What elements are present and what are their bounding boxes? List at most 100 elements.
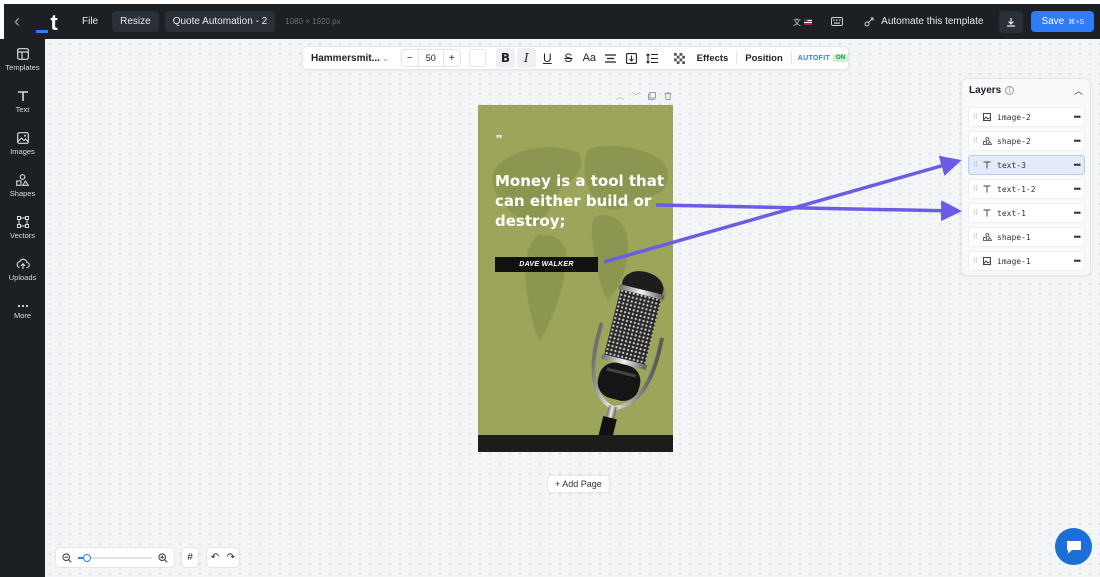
layer-more-icon[interactable]: ••• bbox=[1074, 232, 1082, 242]
effects-button[interactable]: Effects bbox=[689, 53, 737, 64]
save-button[interactable]: Save ⌘+S bbox=[1031, 11, 1094, 32]
quote-mark-glyph[interactable]: ❞ bbox=[495, 133, 503, 149]
move-page-up-icon[interactable]: ︿ bbox=[612, 91, 628, 102]
more-icon bbox=[17, 304, 28, 308]
save-shortcut: ⌘+S bbox=[1068, 18, 1084, 26]
layer-more-icon[interactable]: ••• bbox=[1074, 208, 1082, 218]
move-page-down-icon[interactable]: ﹀ bbox=[628, 91, 644, 102]
sidebar-label: Shapes bbox=[9, 189, 36, 198]
layer-item-image-2[interactable]: ⠿ image-2 ••• bbox=[968, 107, 1085, 127]
opacity-checker-icon[interactable] bbox=[670, 48, 689, 68]
download-icon bbox=[1007, 17, 1016, 27]
drag-handle-icon[interactable]: ⠿ bbox=[973, 137, 981, 145]
layer-more-icon[interactable]: ••• bbox=[1074, 184, 1082, 194]
sidebar-item-templates[interactable]: Templates bbox=[0, 39, 45, 81]
image-layer-icon bbox=[981, 257, 993, 265]
layer-name: text-3 bbox=[997, 160, 1026, 170]
resize-button[interactable]: Resize bbox=[112, 11, 159, 32]
quote-text[interactable]: Money is a tool that can either build or… bbox=[495, 171, 665, 231]
microphone-image[interactable] bbox=[578, 260, 673, 452]
delete-page-icon[interactable] bbox=[660, 91, 676, 102]
svg-text:文: 文 bbox=[793, 17, 801, 27]
layer-item-shape-1[interactable]: ⠿ shape-1 ••• bbox=[968, 227, 1085, 247]
vectors-icon bbox=[16, 216, 29, 228]
increase-size-button[interactable]: + bbox=[444, 53, 460, 64]
uploads-icon bbox=[16, 258, 30, 269]
history-controls: ↶ ↷ bbox=[206, 547, 240, 568]
download-button[interactable] bbox=[999, 10, 1024, 33]
sidebar-item-shapes[interactable]: Shapes bbox=[0, 165, 45, 207]
line-height-icon[interactable] bbox=[643, 48, 662, 68]
sidebar-item-more[interactable]: More bbox=[0, 291, 45, 333]
canvas-dimensions: 1080 × 1920 px bbox=[285, 17, 341, 26]
bottom-strip-shape[interactable] bbox=[478, 435, 673, 452]
layer-item-shape-2[interactable]: ⠿ shape-2 ••• bbox=[968, 131, 1085, 151]
app-logo[interactable]: t bbox=[30, 4, 64, 39]
vertical-align-icon[interactable] bbox=[622, 48, 641, 68]
letter-case-icon[interactable]: Aa bbox=[580, 48, 599, 68]
font-family-select[interactable]: Hammersmit... ⌄ bbox=[303, 53, 397, 64]
text-layer-icon bbox=[981, 209, 993, 217]
autofit-toggle[interactable]: ON bbox=[833, 54, 849, 62]
back-chevron-icon[interactable]: ‹ bbox=[4, 4, 30, 39]
shapes-icon bbox=[16, 174, 29, 186]
sidebar-item-text[interactable]: Text bbox=[0, 81, 45, 123]
document-title[interactable]: Quote Automation - 2 bbox=[164, 11, 276, 32]
file-menu-button[interactable]: File bbox=[74, 11, 106, 32]
layer-name: text-1 bbox=[997, 208, 1026, 218]
decrease-size-button[interactable]: − bbox=[402, 53, 418, 64]
layer-more-icon[interactable]: ••• bbox=[1074, 112, 1082, 122]
text-align-icon[interactable] bbox=[601, 48, 620, 68]
sidebar-label: Vectors bbox=[9, 231, 35, 240]
layer-item-text-1-2[interactable]: ⠿ text-1-2 ••• bbox=[968, 179, 1085, 199]
strikethrough-icon[interactable]: S bbox=[559, 48, 578, 68]
zoom-out-icon[interactable] bbox=[62, 552, 72, 563]
layer-more-icon[interactable]: ••• bbox=[1074, 136, 1082, 146]
italic-icon[interactable]: I bbox=[516, 48, 536, 68]
layer-item-text-1[interactable]: ⠿ text-1 ••• bbox=[968, 203, 1085, 223]
layer-more-icon[interactable]: ••• bbox=[1074, 256, 1082, 266]
drag-handle-icon[interactable]: ⠿ bbox=[973, 209, 981, 217]
drag-handle-icon[interactable]: ⠿ bbox=[973, 113, 981, 121]
zoom-slider-knob[interactable] bbox=[82, 553, 91, 562]
drag-handle-icon[interactable]: ⠿ bbox=[973, 233, 981, 241]
sidebar-item-uploads[interactable]: Uploads bbox=[0, 249, 45, 291]
layer-item-image-1[interactable]: ⠿ image-1 ••• bbox=[968, 251, 1085, 271]
layer-more-icon[interactable]: ••• bbox=[1074, 160, 1082, 170]
undo-icon[interactable]: ↶ bbox=[211, 552, 219, 563]
left-sidebar: Templates Text Images Shapes Vectors Upl… bbox=[0, 39, 45, 577]
sidebar-item-images[interactable]: Images bbox=[0, 123, 45, 165]
sidebar-label: Images bbox=[10, 147, 35, 156]
underline-icon[interactable]: U bbox=[538, 48, 557, 68]
layer-name: image-1 bbox=[997, 256, 1031, 266]
zoom-in-icon[interactable] bbox=[158, 552, 168, 563]
zoom-control bbox=[55, 547, 175, 568]
grid-toggle-icon[interactable]: # bbox=[181, 547, 199, 568]
drag-handle-icon[interactable]: ⠿ bbox=[973, 161, 981, 169]
shape-layer-icon bbox=[981, 233, 993, 241]
position-button[interactable]: Position bbox=[737, 53, 790, 64]
autofit-label[interactable]: AUTOFIT bbox=[798, 55, 830, 62]
bold-icon[interactable]: B bbox=[495, 48, 515, 68]
font-size-value[interactable]: 50 bbox=[417, 50, 444, 66]
chevron-up-icon[interactable]: ︿ bbox=[1074, 84, 1083, 97]
drag-handle-icon[interactable]: ⠿ bbox=[973, 257, 981, 265]
zoom-slider[interactable] bbox=[78, 553, 152, 562]
text-color-swatch[interactable] bbox=[468, 49, 486, 67]
image-layer-icon bbox=[981, 113, 993, 121]
layers-panel: Layers i ︿ ⠿ image-2 ••• ⠿ shape-2 ••• ⠿… bbox=[961, 78, 1091, 276]
keyboard-icon[interactable] bbox=[824, 10, 850, 34]
drag-handle-icon[interactable]: ⠿ bbox=[973, 185, 981, 193]
automate-template-button[interactable]: Automate this template bbox=[856, 12, 991, 31]
chat-support-button[interactable] bbox=[1055, 528, 1092, 565]
info-icon[interactable]: i bbox=[1005, 85, 1015, 95]
sidebar-item-vectors[interactable]: Vectors bbox=[0, 207, 45, 249]
shape-layer-icon bbox=[981, 137, 993, 145]
add-page-button[interactable]: + Add Page bbox=[547, 475, 610, 493]
chevron-down-icon: ⌄ bbox=[382, 53, 389, 63]
duplicate-page-icon[interactable] bbox=[644, 91, 660, 102]
design-page[interactable]: ❞ Money is a tool that can either build … bbox=[478, 105, 673, 452]
translate-flag-icon[interactable]: 文 bbox=[790, 10, 816, 34]
layer-item-text-3[interactable]: ⠿ text-3 ••• bbox=[968, 155, 1085, 175]
redo-icon[interactable]: ↷ bbox=[227, 552, 235, 563]
